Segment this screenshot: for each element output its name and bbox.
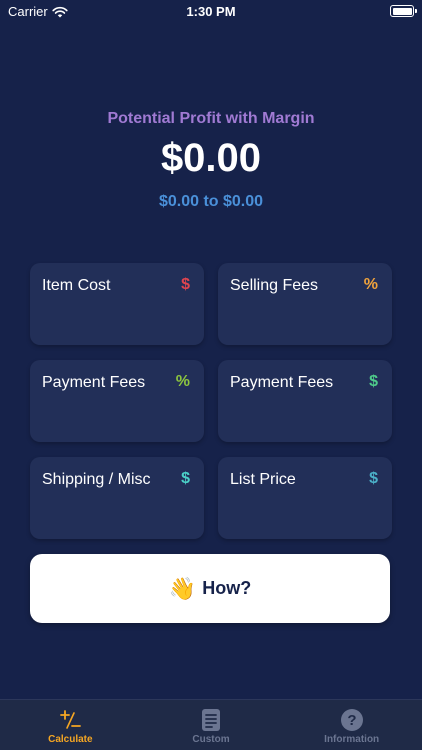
battery-icon bbox=[390, 5, 417, 17]
card-label: List Price bbox=[230, 471, 296, 488]
tab-custom[interactable]: Custom bbox=[141, 700, 282, 750]
card-unit: $ bbox=[181, 276, 190, 293]
shipping-misc-card[interactable]: Shipping / Misc $ bbox=[30, 457, 204, 539]
card-unit: % bbox=[363, 276, 378, 293]
status-bar: Carrier 1:30 PM bbox=[0, 0, 422, 24]
document-icon bbox=[201, 708, 221, 732]
plus-minus-icon bbox=[58, 708, 82, 732]
payment-fees-percent-card[interactable]: Payment Fees % bbox=[30, 360, 204, 442]
card-label: Selling Fees bbox=[230, 277, 319, 294]
tab-calculate[interactable]: Calculate bbox=[0, 700, 141, 750]
profit-range: $0.00 to $0.00 bbox=[158, 193, 264, 210]
question-icon: ? bbox=[340, 708, 364, 732]
tab-label: Custom bbox=[192, 734, 230, 745]
card-unit: % bbox=[175, 373, 190, 390]
card-unit: $ bbox=[181, 470, 190, 487]
status-time: 1:30 PM bbox=[186, 4, 236, 19]
card-unit: $ bbox=[369, 470, 378, 487]
card-label: Shipping / Misc bbox=[42, 471, 151, 488]
tab-bar: Calculate Custom ? Information bbox=[0, 699, 422, 750]
card-label: Payment Fees bbox=[42, 374, 146, 391]
tab-label: Calculate bbox=[48, 734, 93, 745]
profit-label: Potential Profit with Margin bbox=[107, 110, 315, 127]
selling-fees-card[interactable]: Selling Fees % bbox=[218, 263, 392, 345]
tab-label: Information bbox=[324, 734, 380, 745]
waving-hand-icon: 👋 bbox=[168, 575, 197, 601]
tab-information[interactable]: ? Information bbox=[281, 700, 422, 750]
svg-text:?: ? bbox=[347, 712, 356, 729]
card-label: Item Cost bbox=[42, 277, 111, 294]
card-unit: $ bbox=[369, 373, 378, 390]
item-cost-card[interactable]: Item Cost $ bbox=[30, 263, 204, 345]
payment-fees-dollar-card[interactable]: Payment Fees $ bbox=[218, 360, 392, 442]
how-button[interactable]: 👋 How? bbox=[30, 554, 390, 623]
list-price-card[interactable]: List Price $ bbox=[218, 457, 392, 539]
profit-value: $0.00 bbox=[160, 136, 262, 180]
how-button-label: How? bbox=[202, 578, 252, 598]
card-label: Payment Fees bbox=[230, 374, 334, 391]
